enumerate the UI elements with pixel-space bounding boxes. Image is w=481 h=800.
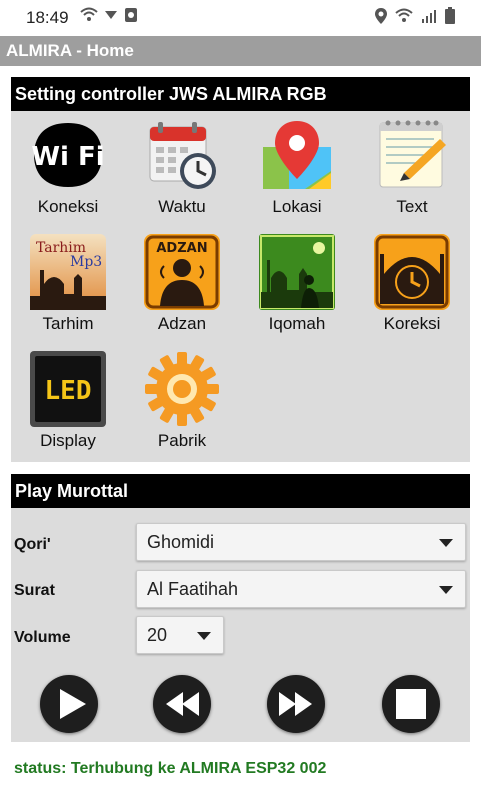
- menu-iqomah[interactable]: Iqomah: [242, 234, 352, 334]
- connection-status: status: Terhubung ke ALMIRA ESP32 002: [14, 760, 327, 777]
- rewind-button[interactable]: [153, 675, 211, 733]
- menu-label: Adzan: [157, 314, 207, 333]
- play-icon: [60, 689, 86, 719]
- mosque-tarhim-icon: Tarhim Mp3: [30, 234, 106, 310]
- download-arrow-icon: [105, 11, 117, 19]
- qori-value: Ghomidi: [147, 532, 215, 552]
- cell-signal-icon: [422, 9, 436, 23]
- menu-label: Tarhim: [42, 314, 94, 333]
- mosque-clock-icon: [374, 234, 450, 310]
- menu-label: Koneksi: [37, 197, 99, 216]
- menu-tarhim[interactable]: Tarhim Mp3 Tarhim: [13, 234, 123, 334]
- menu-label: Waktu: [158, 197, 206, 216]
- menu-label: Display: [40, 431, 96, 450]
- menu-label: Text: [396, 197, 428, 216]
- chevron-down-icon: [439, 539, 453, 547]
- fast-forward-icon: [279, 692, 312, 716]
- volume-value: 20: [147, 625, 168, 645]
- volume-label: Volume: [14, 629, 71, 646]
- battery-icon: [445, 7, 455, 24]
- clock-time: 18:49: [26, 8, 69, 27]
- menu-adzan[interactable]: ADZAN Adzan: [127, 234, 237, 334]
- menu-pabrik[interactable]: Pabrik: [127, 351, 237, 451]
- stop-button[interactable]: [382, 675, 440, 733]
- menu-lokasi[interactable]: Lokasi: [242, 117, 352, 217]
- play-murottal-panel: Play Murottal Qori' Ghomidi Surat Al Faa…: [11, 474, 470, 742]
- menu-label: Iqomah: [268, 314, 326, 333]
- mp3-icon-text: Mp3: [70, 254, 102, 270]
- surat-dropdown[interactable]: Al Faatihah: [136, 570, 466, 608]
- play-button[interactable]: [40, 675, 98, 733]
- adzan-icon: ADZAN: [144, 234, 220, 310]
- menu-display[interactable]: LED Display: [13, 351, 123, 451]
- menu-label: Lokasi: [272, 197, 322, 216]
- surat-label: Surat: [14, 582, 55, 599]
- menu-label: Koreksi: [383, 314, 441, 333]
- system-status-bar: 18:49: [0, 0, 481, 36]
- menu-waktu[interactable]: Waktu: [127, 117, 237, 217]
- menu-koreksi[interactable]: Koreksi: [357, 234, 467, 334]
- app-title: ALMIRA - Home: [6, 41, 134, 60]
- led-display-icon: LED: [30, 351, 106, 427]
- menu-text[interactable]: Text: [357, 117, 467, 217]
- stop-icon: [396, 689, 426, 719]
- surat-value: Al Faatihah: [147, 579, 239, 599]
- wifi-calling-icon: [80, 7, 98, 21]
- wifi-icon: Wi Fi: [31, 123, 105, 187]
- wifi-signal-icon: [395, 8, 413, 22]
- rewind-icon: [166, 692, 199, 716]
- setting-panel: Setting controller JWS ALMIRA RGB Wi Fi …: [11, 77, 470, 462]
- app-title-bar: ALMIRA - Home: [0, 36, 481, 66]
- adzan-icon-text: ADZAN: [156, 241, 207, 256]
- menu-koneksi[interactable]: Wi Fi Koneksi: [13, 117, 123, 217]
- chevron-down-icon: [197, 632, 211, 640]
- map-pin-icon: [263, 121, 331, 189]
- qori-label: Qori': [14, 536, 51, 553]
- svg-text:Wi Fi: Wi Fi: [31, 142, 104, 172]
- calendar-clock-icon: [149, 122, 216, 189]
- iqomah-icon: [259, 234, 335, 310]
- menu-label: Pabrik: [157, 431, 207, 450]
- gear-icon: [145, 352, 219, 426]
- notification-square-icon: [125, 8, 137, 22]
- setting-panel-header: Setting controller JWS ALMIRA RGB: [11, 77, 470, 111]
- play-panel-header: Play Murottal: [11, 474, 470, 508]
- location-pin-icon: [375, 7, 387, 24]
- volume-dropdown[interactable]: 20: [136, 616, 224, 654]
- notepad-pencil-icon: [379, 120, 446, 188]
- qori-dropdown[interactable]: Ghomidi: [136, 523, 466, 561]
- fast-forward-button[interactable]: [267, 675, 325, 733]
- chevron-down-icon: [439, 586, 453, 594]
- led-icon-text: LED: [45, 376, 92, 406]
